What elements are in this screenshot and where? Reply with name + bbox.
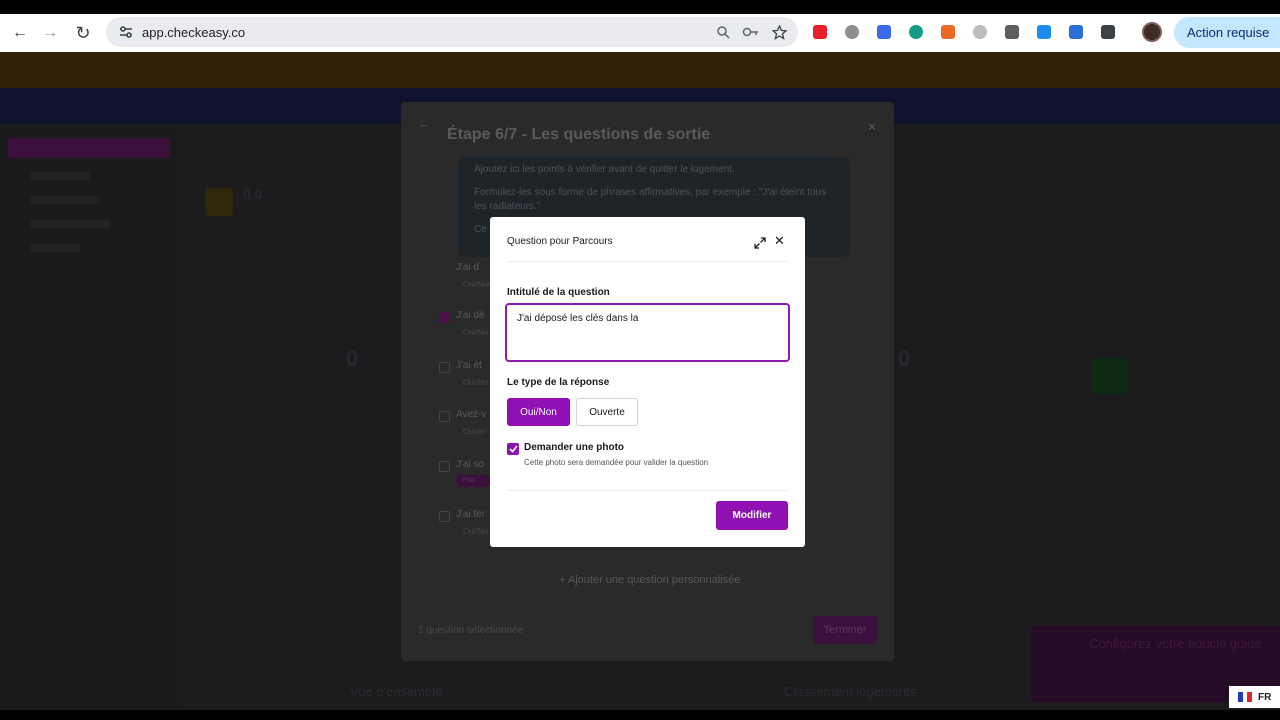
extension-icon[interactable] (936, 21, 959, 44)
photo-tag: Pho (456, 475, 490, 487)
top-letterbox (0, 0, 1280, 14)
answer-type-label: Le type de la réponse (507, 377, 610, 388)
extensions-row (808, 17, 1119, 47)
question-checkbox[interactable] (439, 511, 450, 522)
add-custom-question-button[interactable]: + Ajouter une question personnalisée (559, 574, 740, 586)
extension-icon[interactable] (1096, 21, 1119, 44)
address-bar[interactable]: app.checkeasy.co (106, 17, 798, 47)
question-checkbox[interactable] (439, 312, 450, 323)
action-required-button[interactable]: Action requise (1174, 17, 1280, 48)
stat-value: 0.0 (243, 186, 263, 202)
stat-green-icon (1092, 358, 1128, 394)
close-icon[interactable]: ✕ (774, 234, 786, 248)
modify-button[interactable]: Modifier (716, 501, 788, 530)
dialog-title: Question pour Parcours (507, 236, 613, 247)
extension-icon[interactable] (872, 21, 895, 44)
question-label: Intitulé de la question (507, 287, 610, 298)
extension-icon[interactable] (1064, 21, 1087, 44)
extension-icon[interactable] (1000, 21, 1023, 44)
extension-icon[interactable] (808, 21, 831, 44)
step-close-icon[interactable]: ✕ (867, 120, 877, 134)
reload-icon[interactable]: ↻ (67, 17, 99, 49)
sidebar-item-active[interactable] (8, 138, 170, 158)
profile-avatar[interactable] (1142, 22, 1162, 42)
expand-icon[interactable] (754, 236, 766, 249)
question-checkbox[interactable] (439, 362, 450, 373)
photo-checkbox-label[interactable]: Demander une photo (524, 442, 624, 453)
language-switcher[interactable]: FR (1229, 686, 1280, 708)
extension-icon[interactable] (840, 21, 863, 44)
finish-button[interactable]: Terminer (813, 616, 877, 644)
site-settings-icon[interactable] (116, 26, 136, 38)
question-checkbox[interactable] (439, 461, 450, 472)
top-banner (0, 52, 1280, 88)
extension-icon[interactable] (904, 21, 927, 44)
forward-icon[interactable]: → (34, 17, 66, 49)
stat-number-right: 0 (898, 346, 911, 371)
divider (507, 490, 788, 491)
bookmark-star-icon[interactable] (770, 23, 788, 41)
question-input[interactable] (505, 303, 790, 362)
zoom-icon[interactable] (714, 23, 732, 41)
type-yes-no-button[interactable]: Oui/Non (507, 398, 570, 426)
step-back-icon[interactable]: ← (418, 116, 431, 131)
selected-count: 1 question sélectionnée (418, 625, 524, 636)
extension-icon[interactable] (1032, 21, 1055, 44)
section-ranking: Classement logements (784, 684, 917, 699)
question-dialog: Question pour Parcours ✕ Intitulé de la … (490, 217, 805, 547)
extension-icon[interactable] (968, 21, 991, 44)
section-overview: Vue d'ensemble (350, 684, 443, 699)
sidebar (0, 124, 180, 710)
question-checkbox[interactable] (439, 411, 450, 422)
france-flag-icon (1238, 692, 1253, 702)
browser-toolbar: ← → ↻ app.checkeasy.co Action requise (0, 14, 1280, 52)
photo-help-text: Cette photo sera demandée pour valider l… (524, 458, 709, 467)
url-text[interactable]: app.checkeasy.co (142, 25, 245, 40)
type-open-button[interactable]: Ouverte (576, 398, 638, 426)
back-icon[interactable]: ← (4, 17, 36, 49)
step-title: Étape 6/7 - Les questions de sortie (447, 126, 711, 143)
stat-icon (205, 188, 233, 216)
photo-checkbox[interactable] (507, 443, 519, 455)
password-key-icon[interactable] (742, 23, 760, 41)
divider (507, 261, 788, 262)
stat-number-left: 0 (346, 346, 359, 371)
